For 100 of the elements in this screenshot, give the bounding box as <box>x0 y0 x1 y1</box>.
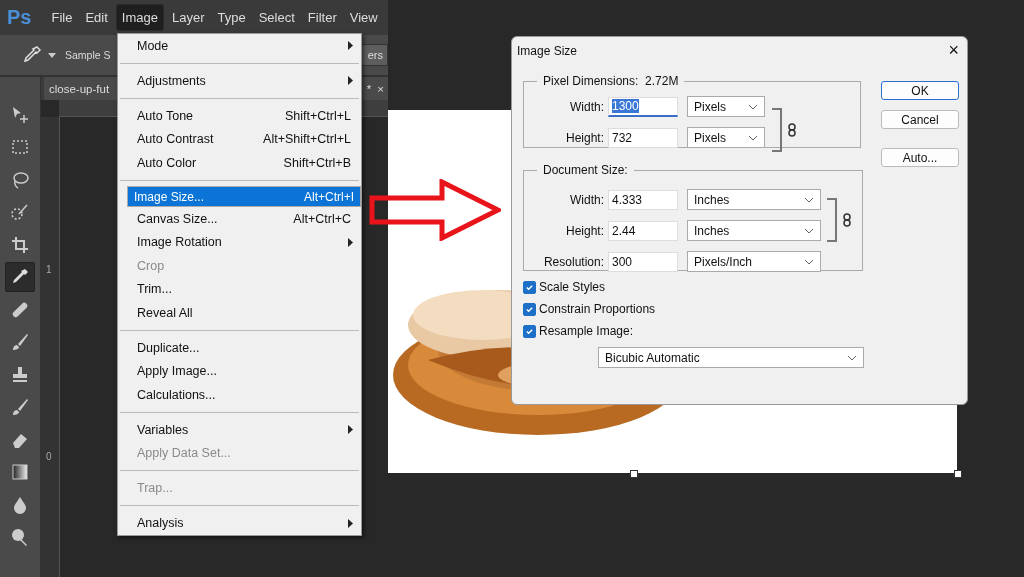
input-field[interactable]: 732 <box>608 127 678 148</box>
input-field[interactable]: 4.333 <box>608 189 678 210</box>
menu-item[interactable]: Canvas Size... Alt+Ctrl+C <box>118 207 361 231</box>
unit-dropdown[interactable]: Pixels <box>687 96 765 117</box>
menu-label: Canvas Size... <box>137 211 219 226</box>
shortcut-text: Alt+Shift+Ctrl+L <box>263 132 351 147</box>
unit-dropdown[interactable]: Pixels/Inch <box>687 251 821 272</box>
dialog-button[interactable]: Auto... <box>881 148 959 167</box>
menu-label: Calculations... <box>137 387 217 402</box>
menu-item[interactable]: Type <box>212 5 251 30</box>
field-label: Width: <box>569 99 605 114</box>
ruler-label: 1 <box>46 264 52 275</box>
chain-link-icon[interactable] <box>843 213 851 227</box>
link-bracket <box>772 108 782 152</box>
menu-item[interactable]: Filter <box>302 5 342 30</box>
menu-item[interactable]: Calculations... <box>118 383 361 407</box>
dialog-title: Image Size <box>517 43 578 58</box>
menu-label: Analysis <box>137 516 185 531</box>
stamp-icon <box>10 364 30 385</box>
chevron-icon <box>748 134 758 141</box>
chevron-icon <box>804 258 814 265</box>
checkmark-icon <box>525 282 534 292</box>
menu-label: Image Rotation <box>137 235 223 250</box>
menu-item[interactable]: Auto Color Shift+Ctrl+B <box>118 151 361 175</box>
dashed-rectangle-icon <box>10 137 30 157</box>
checkbox-label: Scale Styles <box>539 280 606 294</box>
menu-label: Auto Tone <box>137 108 195 123</box>
menu-item[interactable]: Variables <box>118 418 361 442</box>
menu-item[interactable]: Duplicate... <box>118 336 361 360</box>
link-bracket <box>827 198 837 242</box>
input-field[interactable]: 1300 <box>608 96 678 117</box>
menu-label: Crop <box>137 258 166 273</box>
field-label: Width: <box>569 192 605 207</box>
menu-label: Mode <box>137 38 170 53</box>
crop-icon <box>10 234 30 255</box>
menu-item[interactable]: Auto Contrast Alt+Shift+Ctrl+L <box>118 127 361 151</box>
menu-label: Image Size... <box>134 189 206 204</box>
unit-dropdown[interactable]: Pixels <box>687 127 765 148</box>
menu-label: Apply Image... <box>137 364 218 379</box>
chain-link-icon[interactable] <box>788 123 796 137</box>
menu-item[interactable]: View <box>344 5 383 30</box>
menu-label: Duplicate... <box>137 340 201 355</box>
checkbox[interactable] <box>523 280 536 294</box>
menu-label: Auto Contrast <box>137 132 215 147</box>
chevron-icon <box>748 103 758 110</box>
resize-handle[interactable] <box>630 470 638 478</box>
brush-icon <box>10 202 30 222</box>
group-label: Document Size: <box>543 163 628 177</box>
field-label: Resolution: <box>542 254 605 269</box>
eyedropper-icon[interactable] <box>22 45 42 65</box>
menu-label: Trap... <box>137 481 174 496</box>
menu-item[interactable]: Image <box>115 4 164 31</box>
checkmark-icon <box>525 304 534 314</box>
arrow-icon <box>10 104 30 125</box>
menu-item[interactable]: File <box>46 5 78 30</box>
field-label: Height: <box>564 223 605 238</box>
resample-dropdown[interactable]: Bicubic Automatic <box>598 347 864 368</box>
lasso-icon <box>10 169 30 190</box>
pixel-dimensions-value: 2.72M <box>645 74 679 88</box>
menu-item[interactable]: Auto Tone Shift+Ctrl+L <box>118 104 361 128</box>
menu-item[interactable]: Edit <box>80 5 113 30</box>
checkbox-label: Resample Image: <box>539 324 634 338</box>
menu-label: Trim... <box>137 282 173 297</box>
unit-dropdown[interactable]: Inches <box>687 189 821 210</box>
menu-item[interactable]: Trim... <box>118 277 361 301</box>
gradient-icon <box>10 462 30 482</box>
magnifier-icon <box>10 527 30 547</box>
menu-item[interactable]: Image Size... Alt+Ctrl+I <box>127 186 361 207</box>
field-label: Height: <box>564 130 605 145</box>
tool-button[interactable] <box>5 262 35 292</box>
unit-dropdown[interactable]: Inches <box>687 220 821 241</box>
menu-label: Adjustments <box>137 73 207 88</box>
menu-item[interactable]: Reveal All <box>118 301 361 325</box>
checkbox[interactable] <box>523 324 536 338</box>
menu-item[interactable]: Analysis <box>118 511 361 535</box>
menu-item[interactable]: Adjustments <box>118 69 361 93</box>
input-field[interactable]: 300 <box>608 251 678 272</box>
shortcut-text: Shift+Ctrl+L <box>285 108 351 123</box>
menu-label: Variables <box>137 422 190 437</box>
menu-label: Auto Color <box>137 155 198 170</box>
shortcut-text: Alt+Ctrl+I <box>304 189 354 204</box>
caret-icon[interactable] <box>48 52 56 58</box>
menu-label: Apply Data Set... <box>137 446 232 461</box>
sample-label: Sample S <box>65 49 111 61</box>
close-button[interactable]: × <box>948 40 959 61</box>
checkmark-icon <box>525 326 534 336</box>
menu-item[interactable]: Image Rotation <box>118 230 361 254</box>
input-field[interactable]: 2.44 <box>608 220 678 241</box>
dialog-button[interactable]: OK <box>881 81 959 100</box>
dialog-button[interactable]: Cancel <box>881 110 959 129</box>
document-title: close-up-fut <box>49 82 110 95</box>
close-icon[interactable]: × <box>377 82 384 95</box>
checkbox[interactable] <box>523 302 536 316</box>
menu-item[interactable]: Apply Image... <box>118 359 361 383</box>
menu-label: Reveal All <box>137 305 194 320</box>
menu-item[interactable]: Select <box>253 5 300 30</box>
chevron-icon <box>804 227 814 234</box>
resize-handle[interactable] <box>954 470 962 478</box>
menu-item[interactable]: Layer <box>166 5 210 30</box>
chevron-icon <box>804 196 814 203</box>
